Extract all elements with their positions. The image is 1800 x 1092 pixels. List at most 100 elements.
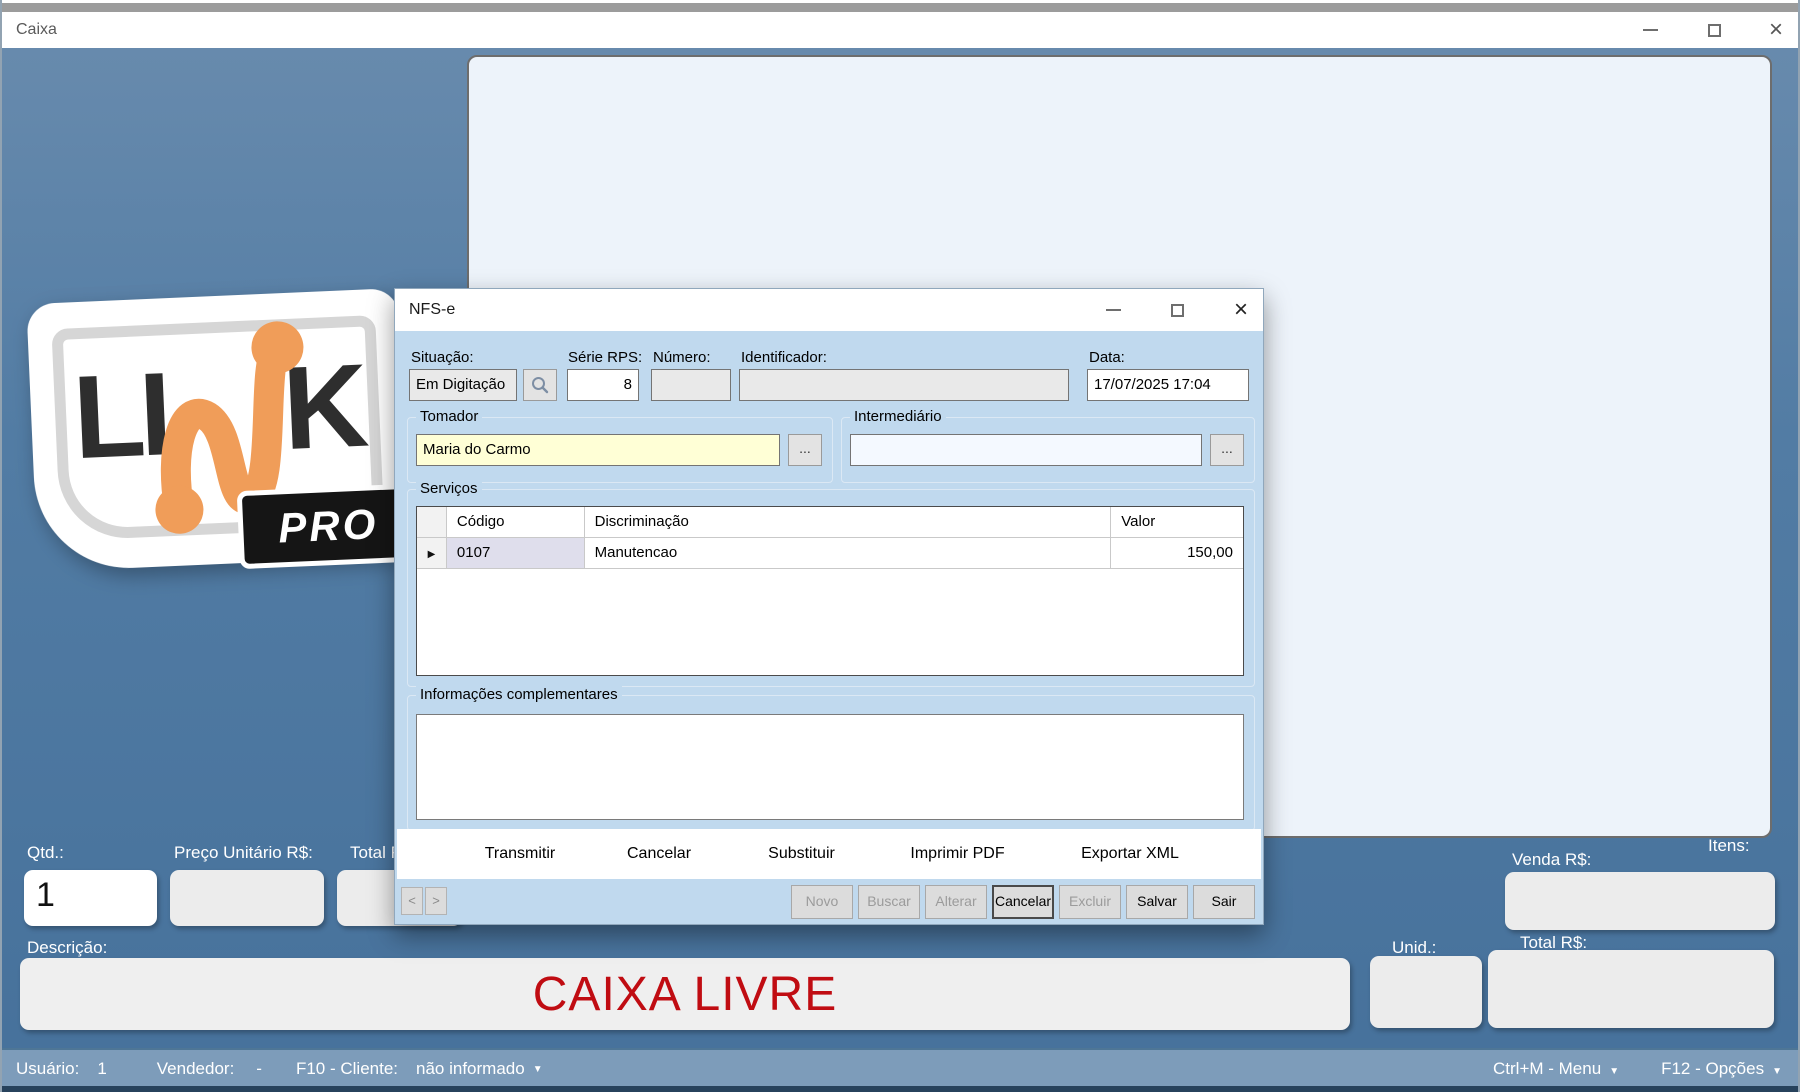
status-bar: Usuário: 1 Vendedor: - F10 - Cliente: nã… bbox=[2, 1048, 1798, 1088]
status-left: Usuário: 1 Vendedor: - F10 - Cliente: nã… bbox=[16, 1050, 543, 1088]
discriminacao-cell[interactable]: Manutencao bbox=[585, 538, 1112, 568]
identificador-label: Identificador: bbox=[741, 349, 827, 366]
servicos-group: Serviços Código Discriminação Valor ▶ 01… bbox=[407, 489, 1255, 687]
menu-caret-icon: ▼ bbox=[1609, 1066, 1619, 1077]
main-titlebar: Caixa × bbox=[2, 12, 1798, 48]
col-valor-header: Valor bbox=[1111, 507, 1243, 537]
nfse-titlebar: NFS-e × bbox=[395, 289, 1263, 331]
window-top-border bbox=[2, 3, 1798, 12]
servicos-table: Código Discriminação Valor ▶ 0107 Manute… bbox=[416, 506, 1244, 676]
sair-button[interactable]: Sair bbox=[1193, 885, 1255, 919]
valor-cell[interactable]: 150,00 bbox=[1111, 538, 1243, 568]
cancelar-button[interactable]: Cancelar bbox=[992, 885, 1054, 919]
minimize-icon bbox=[1643, 29, 1658, 31]
status-right: Ctrl+M - Menu ▼ F12 - Opções ▼ bbox=[1493, 1050, 1782, 1088]
servicos-label: Serviços bbox=[416, 480, 482, 497]
nfse-action-bar: Transmitir Cancelar Substituir Imprimir … bbox=[397, 829, 1261, 879]
tomador-group: Tomador Maria do Carmo ... bbox=[407, 417, 833, 483]
intermediario-label: Intermediário bbox=[850, 408, 946, 425]
transmitir-button[interactable]: Transmitir bbox=[465, 829, 575, 879]
maximize-icon bbox=[1171, 304, 1184, 317]
serie-rps-input[interactable]: 8 bbox=[567, 369, 639, 401]
alterar-button: Alterar bbox=[925, 885, 987, 919]
opcoes-caret-icon: ▼ bbox=[1772, 1066, 1782, 1077]
window-bottom-edge bbox=[2, 1086, 1798, 1092]
data-label: Data: bbox=[1089, 349, 1125, 366]
opcoes-dropdown[interactable]: F12 - Opções ▼ bbox=[1661, 1059, 1782, 1079]
table-row[interactable]: ▶ 0107 Manutencao 150,00 bbox=[417, 538, 1243, 569]
nfse-close-button[interactable]: × bbox=[1221, 289, 1261, 331]
caixa-livre-text: CAIXA LIVRE bbox=[20, 958, 1350, 1030]
codigo-cell[interactable]: 0107 bbox=[447, 538, 585, 568]
numero-label: Número: bbox=[653, 349, 711, 366]
window-title: Caixa bbox=[16, 12, 57, 48]
preco-unitario-field bbox=[170, 870, 324, 926]
tomador-browse-button[interactable]: ... bbox=[788, 434, 822, 466]
row-selector-header bbox=[417, 507, 447, 537]
info-complementares-label: Informações complementares bbox=[416, 686, 622, 703]
exportar-xml-button[interactable]: Exportar XML bbox=[1065, 829, 1195, 879]
descricao-display: CAIXA LIVRE bbox=[20, 958, 1350, 1030]
col-discriminacao-header: Discriminação bbox=[585, 507, 1112, 537]
maximize-icon bbox=[1708, 24, 1721, 37]
situacao-search-button[interactable] bbox=[523, 369, 557, 401]
numero-field bbox=[651, 369, 731, 401]
preco-unitario-label: Preço Unitário R$: bbox=[174, 843, 313, 863]
tomador-label: Tomador bbox=[416, 408, 482, 425]
cliente-dropdown[interactable]: não informado bbox=[416, 1059, 525, 1079]
minimize-icon bbox=[1106, 309, 1121, 311]
close-button[interactable]: × bbox=[1756, 12, 1796, 48]
itens-label: Itens: bbox=[1708, 836, 1750, 856]
intermediario-group: Intermediário ... bbox=[841, 417, 1255, 483]
usuario-value: 1 bbox=[97, 1059, 106, 1079]
cancelar-nfse-button[interactable]: Cancelar bbox=[609, 829, 709, 879]
intermediario-input[interactable] bbox=[850, 434, 1202, 466]
salvar-button[interactable]: Salvar bbox=[1126, 885, 1188, 919]
identificador-field bbox=[739, 369, 1069, 401]
qtd-value: 1 bbox=[24, 870, 157, 915]
usuario-label: Usuário: bbox=[16, 1059, 79, 1079]
situacao-field: Em Digitação bbox=[409, 369, 517, 401]
venda-field bbox=[1505, 872, 1775, 930]
app-window: Caixa × LI K PRO Qtd.: 1 Preço Unitário … bbox=[0, 0, 1800, 1092]
situacao-label: Situação: bbox=[411, 349, 474, 366]
vendedor-label: Vendedor: bbox=[157, 1059, 235, 1079]
cliente-label: F10 - Cliente: bbox=[296, 1059, 398, 1079]
unid-field bbox=[1370, 956, 1482, 1028]
menu-label: Ctrl+M - Menu bbox=[1493, 1059, 1601, 1078]
total-field bbox=[1488, 950, 1774, 1028]
unid-label: Unid.: bbox=[1392, 938, 1436, 958]
current-row-marker-icon: ▶ bbox=[428, 549, 436, 560]
table-header-row: Código Discriminação Valor bbox=[417, 507, 1243, 538]
linkpro-logo: LI K PRO bbox=[26, 288, 409, 572]
tomador-input[interactable]: Maria do Carmo bbox=[416, 434, 780, 466]
nav-prev-button[interactable]: < bbox=[401, 887, 423, 915]
info-complementares-textarea[interactable] bbox=[416, 714, 1244, 820]
close-icon: × bbox=[1769, 18, 1783, 42]
search-icon bbox=[531, 376, 549, 394]
novo-button: Novo bbox=[791, 885, 853, 919]
substituir-button[interactable]: Substituir bbox=[749, 829, 854, 879]
row-selector-cell[interactable]: ▶ bbox=[417, 538, 447, 568]
qtd-input[interactable]: 1 bbox=[24, 870, 157, 926]
qtd-label: Qtd.: bbox=[27, 843, 64, 863]
intermediario-browse-button[interactable]: ... bbox=[1210, 434, 1244, 466]
data-input[interactable]: 17/07/2025 17:04 bbox=[1087, 369, 1249, 401]
imprimir-pdf-button[interactable]: Imprimir PDF bbox=[895, 829, 1020, 879]
nfse-title: NFS-e bbox=[409, 289, 455, 331]
close-icon: × bbox=[1234, 298, 1248, 322]
cliente-caret-icon[interactable]: ▼ bbox=[533, 1064, 543, 1075]
menu-dropdown[interactable]: Ctrl+M - Menu ▼ bbox=[1493, 1059, 1619, 1079]
nfse-minimize-button[interactable] bbox=[1093, 289, 1133, 331]
nfse-dialog: NFS-e × Situação: Série RPS: Número: Ide… bbox=[394, 288, 1264, 925]
col-codigo-header: Código bbox=[447, 507, 585, 537]
minimize-button[interactable] bbox=[1630, 12, 1670, 48]
maximize-button[interactable] bbox=[1694, 12, 1734, 48]
nfse-maximize-button[interactable] bbox=[1157, 289, 1197, 331]
opcoes-label: F12 - Opções bbox=[1661, 1059, 1764, 1078]
serie-rps-label: Série RPS: bbox=[568, 349, 642, 366]
nav-next-button[interactable]: > bbox=[425, 887, 447, 915]
descricao-label: Descrição: bbox=[27, 938, 107, 958]
logo-pro-badge: PRO bbox=[237, 483, 420, 569]
info-complementares-group: Informações complementares bbox=[407, 695, 1255, 831]
